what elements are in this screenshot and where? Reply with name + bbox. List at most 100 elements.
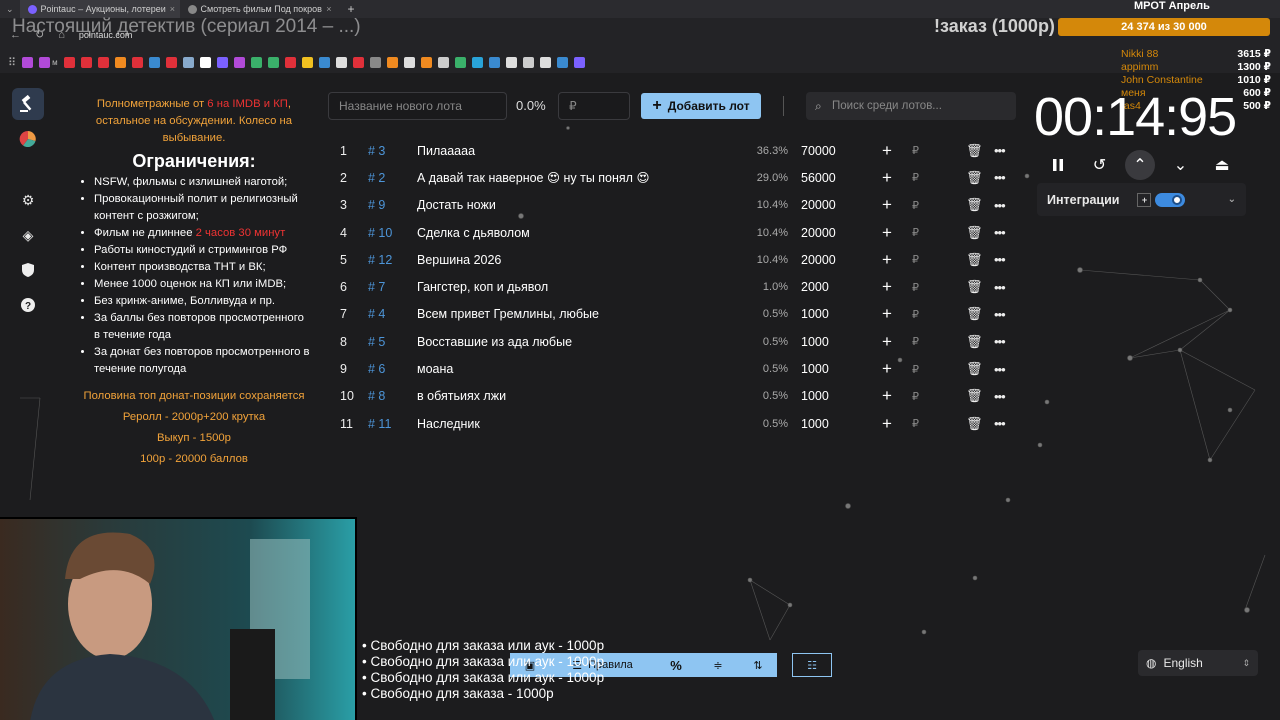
- lot-amount[interactable]: 1000: [801, 362, 829, 376]
- lot-id-link[interactable]: # 8: [368, 389, 385, 403]
- bookmark-icon[interactable]: [250, 56, 262, 68]
- new-lot-name-input[interactable]: Название нового лота: [328, 92, 507, 120]
- split-icon[interactable]: ≑: [697, 653, 739, 677]
- auction-hammer-icon[interactable]: [12, 88, 44, 120]
- bookmark-icon[interactable]: [403, 56, 415, 68]
- more-options-icon[interactable]: •••: [994, 225, 1006, 240]
- trash-icon[interactable]: 🗑: [966, 225, 983, 241]
- more-options-icon[interactable]: •••: [994, 334, 1006, 349]
- lot-amount[interactable]: 20000: [801, 253, 836, 267]
- shield-icon[interactable]: [12, 254, 44, 286]
- lot-name[interactable]: Вершина 2026: [417, 253, 501, 267]
- plus-icon[interactable]: +: [882, 414, 892, 434]
- reset-icon[interactable]: ↺: [1084, 153, 1116, 177]
- bookmark-icon[interactable]: [39, 56, 51, 68]
- plus-icon[interactable]: +: [882, 250, 892, 270]
- lot-search-input[interactable]: ⌕ Поиск среди лотов...: [806, 92, 1016, 120]
- lot-amount[interactable]: 20000: [801, 226, 836, 240]
- lot-id-link[interactable]: # 2: [368, 171, 385, 185]
- bookmark-icon[interactable]: [556, 56, 568, 68]
- plus-icon[interactable]: +: [882, 195, 892, 215]
- bookmark-icon[interactable]: [471, 56, 483, 68]
- help-icon[interactable]: ?: [12, 289, 44, 321]
- lot-name[interactable]: Достать ножи: [417, 198, 496, 212]
- bookmark-icon[interactable]: [505, 56, 517, 68]
- bookmark-icon[interactable]: [199, 56, 211, 68]
- bookmark-icon[interactable]: [97, 56, 109, 68]
- clear-list-icon[interactable]: ☷: [792, 653, 832, 677]
- bookmark-icon[interactable]: [352, 56, 364, 68]
- bookmark-icon[interactable]: [318, 56, 330, 68]
- bookmark-icon[interactable]: [63, 56, 75, 68]
- lot-amount[interactable]: 56000: [801, 171, 836, 185]
- trash-icon[interactable]: 🗑: [966, 279, 983, 295]
- lot-name[interactable]: А давай так наверное 😍 ну ты понял 😍: [417, 170, 649, 185]
- wheel-icon[interactable]: [12, 123, 44, 155]
- close-icon[interactable]: ×: [170, 4, 175, 14]
- trash-icon[interactable]: 🗑: [966, 143, 983, 159]
- more-options-icon[interactable]: •••: [994, 143, 1006, 158]
- bookmark-icon[interactable]: [165, 56, 177, 68]
- bookmark-icon[interactable]: [22, 56, 34, 68]
- lot-id-link[interactable]: # 6: [368, 362, 385, 376]
- new-tab-icon[interactable]: +: [340, 2, 363, 16]
- lot-name[interactable]: Сделка с дьяволом: [417, 226, 530, 240]
- plus-icon[interactable]: +: [882, 304, 892, 324]
- trash-icon[interactable]: 🗑: [966, 416, 983, 432]
- bookmark-icon[interactable]: [216, 56, 228, 68]
- bookmark-icon[interactable]: [420, 56, 432, 68]
- more-options-icon[interactable]: •••: [994, 170, 1006, 185]
- bookmark-icon[interactable]: [539, 56, 551, 68]
- lot-amount[interactable]: 2000: [801, 280, 829, 294]
- bookmark-icon[interactable]: [182, 56, 194, 68]
- bookmark-icon[interactable]: [148, 56, 160, 68]
- trash-icon[interactable]: 🗑: [966, 252, 983, 268]
- more-options-icon[interactable]: •••: [994, 307, 1006, 322]
- lot-id-link[interactable]: # 12: [368, 253, 392, 267]
- trash-icon[interactable]: 🗑: [966, 306, 983, 322]
- lot-amount[interactable]: 1000: [801, 335, 829, 349]
- gear-icon[interactable]: ⚙: [12, 184, 44, 216]
- lot-amount[interactable]: 70000: [801, 144, 836, 158]
- lot-name[interactable]: Гангстер, коп и дьявол: [417, 280, 548, 294]
- new-lot-amount-input[interactable]: ₽: [558, 92, 630, 120]
- language-select[interactable]: ◍ English ⇕: [1138, 650, 1258, 676]
- more-options-icon[interactable]: •••: [994, 252, 1006, 267]
- lot-id-link[interactable]: # 11: [368, 417, 391, 431]
- bookmark-icon[interactable]: [267, 56, 279, 68]
- lot-id-link[interactable]: # 4: [368, 307, 385, 321]
- plus-icon[interactable]: +: [882, 168, 892, 188]
- lot-amount[interactable]: 20000: [801, 198, 836, 212]
- apps-grid-icon[interactable]: ⠿: [8, 56, 16, 69]
- trash-icon[interactable]: 🗑: [966, 334, 983, 350]
- lot-name[interactable]: в обятьиях лжи: [417, 389, 506, 403]
- integrations-toggle[interactable]: [1155, 192, 1186, 207]
- lot-amount[interactable]: 1000: [801, 389, 829, 403]
- plus-icon[interactable]: +: [882, 141, 892, 161]
- integrations-panel[interactable]: Интеграции + ⌄: [1037, 183, 1246, 216]
- bookmark-icon[interactable]: [386, 56, 398, 68]
- chevron-down-icon[interactable]: ⌄: [1228, 194, 1236, 205]
- lot-id-link[interactable]: # 5: [368, 335, 385, 349]
- sort-icon[interactable]: ⇅: [739, 653, 777, 677]
- lot-name[interactable]: Восставшие из ада любые: [417, 335, 572, 349]
- plus-icon[interactable]: +: [882, 359, 892, 379]
- bookmark-icon[interactable]: [284, 56, 296, 68]
- lot-id-link[interactable]: # 10: [368, 226, 392, 240]
- pause-icon[interactable]: [1042, 153, 1074, 177]
- bookmark-icon[interactable]: [233, 56, 245, 68]
- bookmark-icon[interactable]: [573, 56, 585, 68]
- close-icon[interactable]: ×: [326, 4, 331, 14]
- trash-icon[interactable]: 🗑: [966, 361, 983, 377]
- lot-amount[interactable]: 1000: [801, 307, 829, 321]
- lot-amount[interactable]: 1000: [801, 417, 829, 431]
- trash-icon[interactable]: 🗑: [966, 170, 983, 186]
- trash-icon[interactable]: 🗑: [966, 388, 983, 404]
- add-integration-icon[interactable]: +: [1137, 192, 1152, 207]
- lot-id-link[interactable]: # 3: [368, 144, 385, 158]
- more-options-icon[interactable]: •••: [994, 198, 1006, 213]
- more-options-icon[interactable]: •••: [994, 280, 1006, 295]
- more-options-icon[interactable]: •••: [994, 389, 1006, 404]
- lot-name[interactable]: моана: [417, 362, 453, 376]
- lot-name[interactable]: Пилааааа: [417, 144, 475, 158]
